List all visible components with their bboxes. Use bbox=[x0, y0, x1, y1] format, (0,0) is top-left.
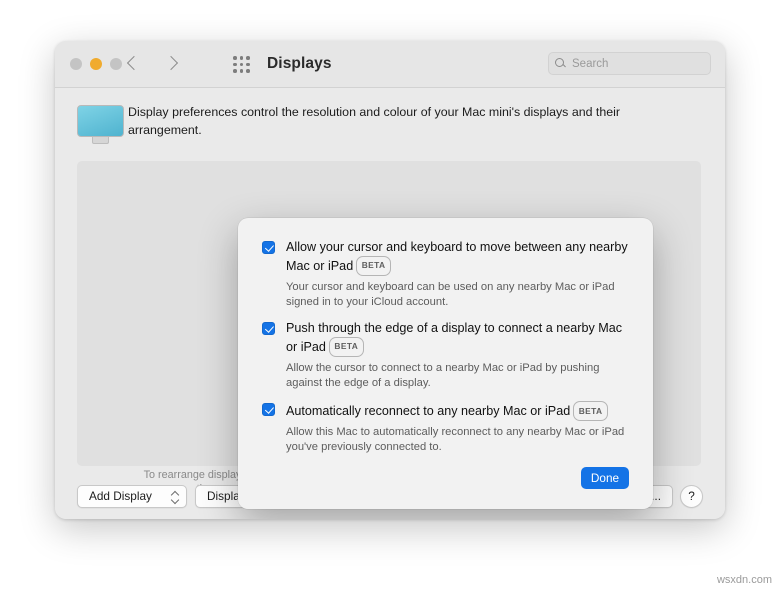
checkbox-auto-reconnect[interactable] bbox=[262, 403, 275, 416]
option-row-auto-reconnect: Automatically reconnect to any nearby Ma… bbox=[262, 401, 632, 455]
page-title: Displays bbox=[267, 55, 332, 72]
option-title-push-through-edge: Push through the edge of a display to co… bbox=[286, 320, 632, 357]
watermark: wsxdn.com bbox=[716, 574, 772, 586]
close-button[interactable] bbox=[70, 58, 82, 70]
option-subtitle-push-through-edge: Allow the cursor to connect to a nearby … bbox=[286, 361, 600, 389]
displays-preferences-window: Displays Search Display preferences cont… bbox=[55, 41, 725, 519]
search-input[interactable]: Search bbox=[548, 52, 711, 75]
beta-badge: BETA bbox=[356, 255, 391, 276]
help-button[interactable]: ? bbox=[680, 485, 703, 508]
option-title-cursor-keyboard: Allow your cursor and keyboard to move b… bbox=[286, 239, 632, 276]
chevron-updown-icon bbox=[171, 491, 179, 503]
beta-badge: BETA bbox=[328, 336, 364, 357]
search-icon bbox=[555, 57, 567, 70]
window-titlebar: Displays Search bbox=[55, 41, 725, 88]
option-title-auto-reconnect: Automatically reconnect to any nearby Ma… bbox=[286, 401, 632, 421]
zoom-button[interactable] bbox=[110, 58, 122, 70]
add-display-button[interactable]: Add Display bbox=[77, 485, 187, 508]
search-placeholder: Search bbox=[572, 57, 609, 70]
option-subtitle-auto-reconnect: Allow this Mac to automatically reconnec… bbox=[286, 426, 625, 453]
displays-description: Display preferences control the resoluti… bbox=[128, 105, 621, 137]
add-display-label: Add Display bbox=[89, 489, 152, 503]
beta-badge: BETA bbox=[573, 401, 608, 421]
chevron-right-icon[interactable] bbox=[161, 52, 183, 76]
window-content: Display preferences control the resoluti… bbox=[55, 88, 725, 519]
universal-control-sheet: Allow your cursor and keyboard to move b… bbox=[238, 218, 653, 509]
option-subtitle-cursor-keyboard: Your cursor and keyboard can be used on … bbox=[286, 280, 615, 308]
option-title-text: Allow your cursor and keyboard to move b… bbox=[286, 240, 628, 273]
monitor-stand bbox=[92, 137, 109, 144]
minimize-button[interactable] bbox=[90, 58, 102, 70]
traffic-light-buttons bbox=[70, 58, 122, 70]
chevron-left-icon[interactable] bbox=[123, 52, 145, 76]
navigation-arrows bbox=[123, 52, 183, 76]
option-title-text: Automatically reconnect to any nearby Ma… bbox=[286, 404, 571, 418]
checkbox-cursor-keyboard[interactable] bbox=[262, 241, 275, 254]
checkbox-push-through-edge[interactable] bbox=[262, 322, 275, 335]
monitor-screen bbox=[77, 105, 124, 137]
grid-apps-icon[interactable] bbox=[233, 56, 251, 74]
done-button[interactable]: Done bbox=[581, 467, 629, 489]
option-row-push-through-edge: Push through the edge of a display to co… bbox=[262, 320, 632, 391]
option-row-cursor-keyboard: Allow your cursor and keyboard to move b… bbox=[262, 239, 632, 310]
display-monitor-icon bbox=[77, 105, 124, 147]
screenshot-root: Displays Search Display preferences cont… bbox=[0, 0, 780, 590]
